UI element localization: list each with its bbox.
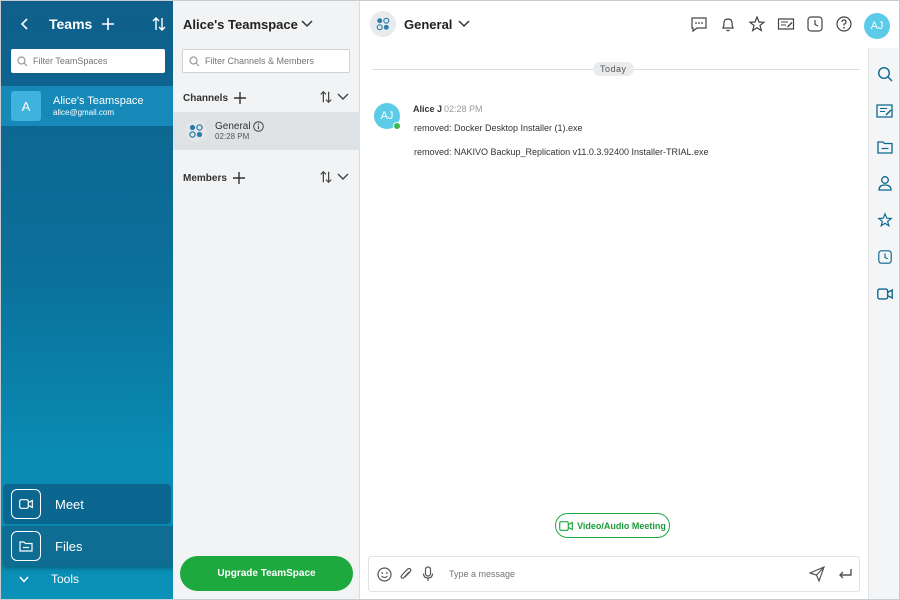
chevron-down-icon[interactable] [337, 170, 349, 184]
microphone-icon[interactable] [419, 565, 437, 583]
star-icon[interactable] [876, 211, 894, 229]
channel-icon [185, 120, 207, 142]
user-avatar[interactable]: AJ [864, 13, 890, 39]
teamspace-header[interactable]: Alice's Teamspace [173, 0, 359, 48]
meet-button[interactable]: Meet [3, 484, 171, 524]
message-author[interactable]: Alice J [413, 104, 442, 114]
video-audio-meeting-button[interactable]: Video/Audio Meeting [555, 513, 670, 538]
upgrade-teamspace-button[interactable]: Upgrade TeamSpace [180, 556, 353, 591]
bell-icon[interactable] [719, 15, 737, 38]
folder-icon[interactable] [876, 138, 894, 156]
channels-section-label: Channels [183, 92, 229, 104]
sort-icon[interactable] [319, 170, 333, 184]
folder-icon [11, 531, 41, 561]
notes-icon[interactable] [876, 102, 894, 120]
message-input[interactable] [449, 569, 789, 579]
sort-icon[interactable] [151, 16, 167, 32]
team-email: alice@gmail.com [53, 107, 115, 117]
video-camera-icon [11, 489, 41, 519]
person-icon[interactable] [876, 174, 894, 192]
channel-item-general[interactable]: General 02:28 PM [173, 112, 360, 150]
team-item-alices-teamspace[interactable]: A Alice's Teamspace alice@gmail.com [1, 86, 174, 126]
info-icon[interactable] [252, 121, 264, 132]
tools-button[interactable]: Tools [3, 566, 171, 592]
meet-label: Meet [55, 496, 84, 512]
channels-panel: Alice's Teamspace Channels General 02:28… [173, 0, 360, 600]
teams-header: Teams [1, 0, 173, 48]
enter-icon[interactable] [837, 566, 853, 587]
message-line-2: removed: NAKIVO Backup_Replication v11.0… [414, 147, 709, 157]
channel-time: 02:28 PM [215, 132, 250, 142]
message-line-1: removed: Docker Desktop Installer (1).ex… [414, 123, 583, 133]
add-member-plus-icon[interactable] [232, 172, 245, 184]
message-time: 02:28 PM [444, 104, 483, 114]
clock-icon[interactable] [806, 15, 824, 38]
sort-icon[interactable] [319, 90, 333, 104]
meeting-label: Video/Audio Meeting [577, 520, 666, 531]
send-icon[interactable] [808, 565, 826, 587]
channel-search [182, 49, 350, 73]
search-icon[interactable] [876, 65, 894, 83]
files-button[interactable]: Files [3, 526, 182, 566]
team-avatar: A [11, 91, 41, 121]
team-name: Alice's Teamspace [53, 94, 144, 107]
day-label: Today [593, 62, 634, 76]
members-section-header: Members [183, 169, 355, 187]
chevron-down-icon[interactable] [458, 20, 470, 28]
teamspace-title: Alice's Teamspace [183, 16, 298, 32]
right-rail [868, 48, 899, 600]
online-status-dot [393, 122, 401, 130]
attachment-icon[interactable] [397, 565, 415, 583]
video-icon[interactable] [876, 285, 894, 303]
files-label: Files [55, 538, 83, 554]
add-channel-plus-icon[interactable] [234, 92, 247, 104]
teams-sidebar: Teams A Alice's Teamspace alice@gmail.co… [0, 0, 182, 600]
emoji-icon[interactable] [375, 565, 393, 583]
chevron-down-icon[interactable] [337, 90, 349, 104]
chat-icon[interactable] [690, 15, 708, 38]
chat-area: General Today AJ Alice J 02:28 PM remove… [360, 0, 868, 600]
tools-label: Tools [51, 572, 80, 586]
back-chevron-icon[interactable] [15, 14, 35, 34]
teams-title: Teams [49, 16, 93, 32]
chevron-down-icon [301, 20, 313, 28]
channel-name: General [215, 120, 251, 132]
channel-icon [370, 11, 396, 37]
search-icon [17, 55, 28, 66]
help-icon[interactable] [835, 15, 853, 38]
chevron-down-icon [19, 572, 29, 586]
header-toolbar: AJ [690, 13, 890, 39]
add-team-plus-icon[interactable] [100, 16, 116, 32]
message-composer [368, 556, 860, 592]
search-icon [189, 55, 200, 66]
clock-icon[interactable] [876, 248, 894, 266]
members-section-label: Members [183, 172, 227, 184]
teamspace-search-input[interactable] [33, 56, 153, 66]
channel-search-input[interactable] [205, 56, 345, 66]
chat-channel-name[interactable]: General [404, 17, 452, 32]
teamspace-search [11, 49, 165, 73]
star-icon[interactable] [748, 14, 766, 38]
channels-section-header: Channels [183, 89, 355, 107]
edit-list-icon[interactable] [777, 15, 795, 38]
video-camera-icon [559, 520, 573, 531]
